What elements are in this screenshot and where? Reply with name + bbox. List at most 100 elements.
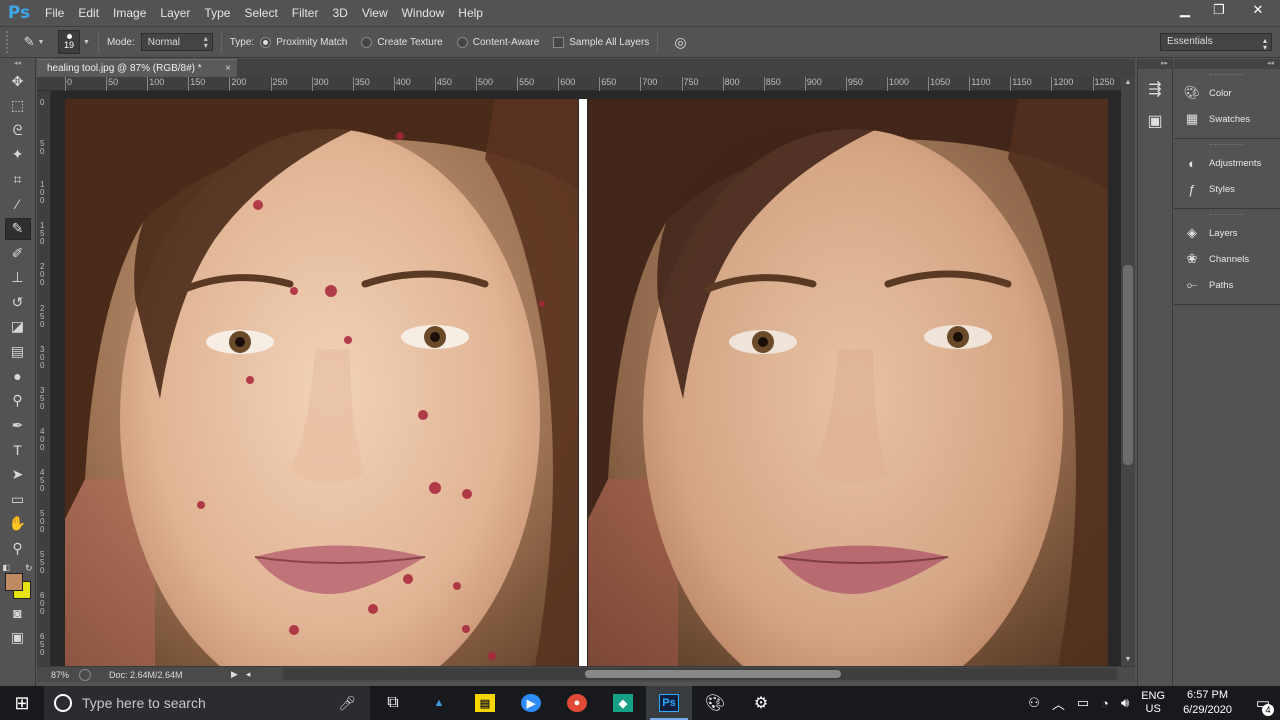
marquee-tool-icon[interactable]: ⬚ <box>5 95 31 117</box>
options-grip[interactable] <box>6 31 14 53</box>
horizontal-ruler[interactable]: 0 50 100 150 200 250 300 350 400 450 500 550 600 650 7… <box>37 77 1135 91</box>
collapse-arrows-icon[interactable]: ▸▸ <box>1138 59 1172 69</box>
menu-select[interactable]: Select <box>237 0 284 26</box>
mode-select[interactable]: Normal ▴ ▾ <box>140 33 213 51</box>
notification-center-icon[interactable]: ▭ 4 <box>1246 694 1280 716</box>
language-indicator[interactable]: ENG US <box>1141 690 1165 716</box>
type-tool-icon[interactable]: T <box>5 439 31 461</box>
sticky-notes-icon[interactable]: ▤ <box>462 686 508 720</box>
wifi-icon[interactable]: ◔ <box>1101 696 1109 711</box>
eyedropper-tool-icon[interactable]: ⁄ <box>5 193 31 215</box>
menu-filter[interactable]: Filter <box>285 0 326 26</box>
tool-preset-picker[interactable]: ✎ ▼ <box>24 32 45 52</box>
scroll-thumb[interactable] <box>1123 265 1133 465</box>
move-tool-icon[interactable]: ✥ <box>5 70 31 92</box>
document-tab[interactable]: healing tool.jpg @ 87% (RGB/8#) * × <box>37 59 237 77</box>
menu-help[interactable]: Help <box>451 0 490 26</box>
divider <box>220 31 222 53</box>
settings-gear-icon[interactable]: ⚙ <box>738 686 784 720</box>
panel-color-label: Color <box>1209 87 1232 99</box>
screen-mode-icon[interactable]: ▣ <box>5 627 31 649</box>
foreground-color[interactable] <box>4 573 23 592</box>
taskbar-search-box[interactable]: Type here to search 🎤︎ <box>44 686 370 720</box>
dodge-tool-icon[interactable]: ⚲ <box>5 390 31 412</box>
path-select-tool-icon[interactable]: ➤ <box>5 464 31 486</box>
properties-panel-icon[interactable]: ▣ <box>1143 109 1167 133</box>
close-tab-icon[interactable]: × <box>225 60 231 78</box>
panel-layers[interactable]: ◈ Layers <box>1174 220 1280 246</box>
default-colors-icon[interactable]: ◧ <box>3 563 11 572</box>
swap-colors-icon[interactable]: ↻ <box>25 563 33 574</box>
panel-channels[interactable]: ❀ Channels <box>1174 246 1280 272</box>
crop-tool-icon[interactable]: ⌗ <box>5 168 31 190</box>
vertical-scrollbar[interactable]: ▲ ▼ <box>1121 77 1135 666</box>
taskbar-clock[interactable]: 6:57 PM 6/29/2020 <box>1183 688 1232 718</box>
brush-size-picker[interactable]: 19 <box>58 30 80 54</box>
pen-tool-icon[interactable]: ✒ <box>5 414 31 436</box>
zoom-app-icon[interactable]: ▶ <box>508 686 554 720</box>
ruler-label: 50 <box>108 77 119 87</box>
sample-all-layers-checkbox[interactable]: Sample All Layers <box>553 36 649 48</box>
hand-tool-icon[interactable]: ✋ <box>5 513 31 535</box>
blur-tool-icon[interactable]: ● <box>5 365 31 387</box>
menu-type[interactable]: Type <box>197 0 237 26</box>
clone-stamp-tool-icon[interactable]: ⊥ <box>5 267 31 289</box>
menu-layer[interactable]: Layer <box>153 0 197 26</box>
panel-color[interactable]: 🎨︎ Color <box>1174 80 1280 106</box>
photos-app-icon[interactable]: ▲ <box>416 686 462 720</box>
panel-paths[interactable]: ⟜ Paths <box>1174 272 1280 298</box>
panel-adjustments[interactable]: ◐ Adjustments <box>1174 150 1280 176</box>
history-brush-tool-icon[interactable]: ↺ <box>5 291 31 313</box>
paint-icon[interactable]: 🎨︎ <box>692 686 738 720</box>
workspace-switcher[interactable]: Essentials ▴ ▾ <box>1160 33 1272 52</box>
microphone-icon[interactable]: 🎤︎ <box>338 695 356 712</box>
windows-start-icon[interactable]: ⊞ <box>0 686 44 720</box>
menu-view[interactable]: View <box>355 0 395 26</box>
chrome-icon[interactable]: ● <box>554 686 600 720</box>
quick-mask-icon[interactable]: ◙ <box>5 602 31 624</box>
scroll-down-icon[interactable]: ▼ <box>1121 654 1135 666</box>
menu-edit[interactable]: Edit <box>71 0 106 26</box>
photoshop-taskbar-icon[interactable]: Ps <box>646 686 692 720</box>
healing-brush-tool-icon[interactable]: ✎ <box>4 217 31 240</box>
radio-content-aware[interactable]: Content-Aware <box>456 36 539 48</box>
diffusion-brush-icon[interactable]: ◎ <box>674 34 686 51</box>
zoom-level[interactable]: 87% <box>37 670 75 680</box>
history-panel-icon[interactable]: ⇶ <box>1143 77 1167 101</box>
volume-icon[interactable]: 🔊︎ <box>1121 695 1129 711</box>
menu-file[interactable]: File <box>38 0 71 26</box>
restore-button[interactable]: ❐ <box>1202 0 1236 20</box>
panel-styles[interactable]: ƒ Styles <box>1174 176 1280 202</box>
minimize-button[interactable]: ▁ <box>1168 0 1202 20</box>
canvas-area[interactable] <box>51 91 1121 666</box>
battery-icon[interactable]: ▭ <box>1077 695 1089 711</box>
status-menu-arrow-icon[interactable]: ▶ <box>231 669 238 680</box>
scroll-thumb[interactable] <box>585 670 841 678</box>
rectangle-tool-icon[interactable]: ▭ <box>5 488 31 510</box>
collapse-arrows-icon[interactable]: ◂◂ <box>1174 59 1280 69</box>
close-button[interactable]: ✕ <box>1236 0 1280 20</box>
filmora-icon[interactable]: ◆ <box>600 686 646 720</box>
panel-swatches[interactable]: ▦ Swatches <box>1174 106 1280 132</box>
task-view-icon[interactable]: ⧉ <box>370 686 416 720</box>
eraser-tool-icon[interactable]: ◪ <box>5 316 31 338</box>
gradient-tool-icon[interactable]: ▤ <box>5 341 31 363</box>
brush-tool-icon[interactable]: ✐ <box>5 242 31 264</box>
scroll-up-icon[interactable]: ▲ <box>1121 77 1135 89</box>
menu-image[interactable]: Image <box>106 0 153 26</box>
quick-select-tool-icon[interactable]: ✦ <box>5 144 31 166</box>
horizontal-scrollbar[interactable] <box>283 668 1117 680</box>
clock-date: 6/29/2020 <box>1183 704 1232 716</box>
radio-proximity-match[interactable]: Proximity Match <box>260 36 347 48</box>
vertical-ruler[interactable]: 0 50 100 150 200 250 300 350 400 450 500 550 600 650 <box>37 91 51 666</box>
chevron-up-icon[interactable]: ︿ <box>1052 694 1065 713</box>
brush-picker-chevron-icon[interactable]: ▼ <box>83 39 90 46</box>
menu-3d[interactable]: 3D <box>325 0 354 26</box>
menu-window[interactable]: Window <box>395 0 452 26</box>
radio-create-texture[interactable]: Create Texture <box>361 36 443 48</box>
scroll-left-icon[interactable]: ◂ <box>246 669 251 680</box>
people-icon[interactable]: ⚇ <box>1028 695 1040 711</box>
lasso-tool-icon[interactable]: ᘓ <box>5 119 31 141</box>
zoom-tool-icon[interactable]: ⚲ <box>5 537 31 559</box>
collapse-arrows-icon[interactable]: ◂◂ <box>0 59 35 69</box>
